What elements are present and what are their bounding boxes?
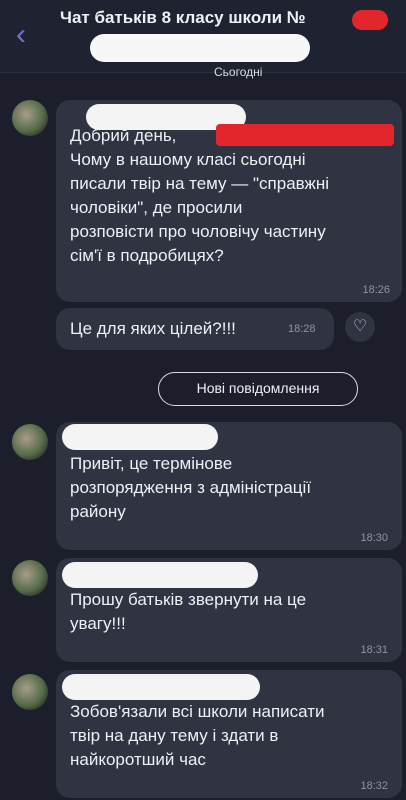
message-time: 18:26 [362,284,390,296]
redaction-mark [352,10,388,30]
message-bubble: Прошу батьків звернути на це увагу!!! 18… [56,558,402,662]
message-text: Привіт, це термінове розпорядження з адм… [70,454,312,521]
chat-title[interactable]: Чат батьків 8 класу школи № [60,8,360,28]
chat-header: ‹ Чат батьків 8 класу школи № [0,0,406,73]
new-messages-divider: Нові повідомлення [158,372,358,406]
sender-name-redacted [62,562,258,588]
redaction-mark [216,124,394,146]
chevron-left-icon[interactable]: ‹ [8,20,34,50]
message-time: 18:31 [360,644,388,656]
message-bubble: Добрий день, Чому в нашому класі сьогодн… [56,100,402,302]
avatar[interactable] [12,424,48,460]
avatar[interactable] [12,100,48,136]
avatar[interactable] [12,674,48,710]
chat-subtitle-redacted [90,34,310,62]
message-text: Це для яких цілей?!!! [70,319,236,338]
avatar[interactable] [12,560,48,596]
heart-reaction-icon[interactable]: ♡ [345,312,375,342]
message-time: 18:30 [360,532,388,544]
message-bubble: Зобов'язали всі школи написати твір на д… [56,670,402,798]
message-bubble: Привіт, це термінове розпорядження з адм… [56,422,402,550]
message-time: 18:28 [288,323,316,335]
message-text: Прошу батьків звернути на це увагу!!! [70,590,307,633]
message-bubble: Це для яких цілей?!!! 18:28 [56,308,334,350]
sender-name-redacted [62,424,218,450]
date-separator: Сьогодні [214,65,263,79]
message-time: 18:32 [360,780,388,792]
message-text: Зобов'язали всі школи написати твір на д… [70,702,325,769]
sender-name-redacted [62,674,260,700]
